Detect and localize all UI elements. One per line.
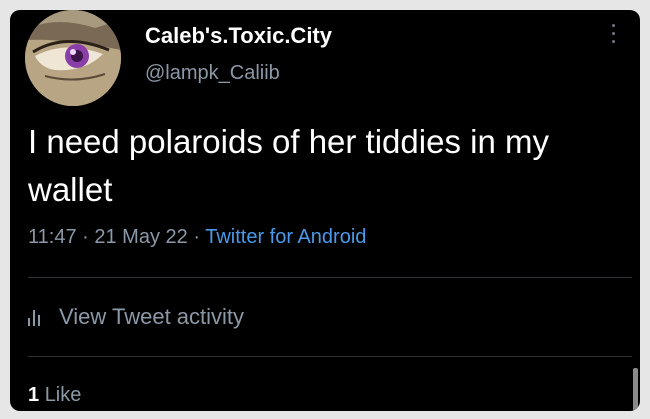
likes-count: 1 xyxy=(28,384,40,406)
tweet-date[interactable]: 21 May 22 xyxy=(94,226,187,248)
screenshot-frame: Caleb's.Toxic.City @lampk_Caliib I need … xyxy=(0,0,650,419)
meta-separator: · xyxy=(193,226,200,248)
view-tweet-activity-button[interactable]: View Tweet activity xyxy=(28,304,244,330)
tweet-text: I need polaroids of her tiddies in my wa… xyxy=(28,123,549,208)
more-vertical-icon[interactable] xyxy=(608,24,618,50)
divider xyxy=(28,277,632,278)
likes-count-link[interactable]: 1 Like xyxy=(28,384,81,407)
activity-label: View Tweet activity xyxy=(59,304,245,329)
avatar-image xyxy=(25,10,121,106)
author-display-name[interactable]: Caleb's.Toxic.City xyxy=(145,23,332,49)
avatar[interactable] xyxy=(25,10,121,106)
bar-chart-icon xyxy=(28,308,43,326)
likes-label: Like xyxy=(44,384,82,406)
divider xyxy=(28,356,632,357)
tweet-meta: 11:47 · 21 May 22 · Twitter for Android xyxy=(28,226,366,249)
meta-separator: · xyxy=(82,226,89,248)
tweet-card: Caleb's.Toxic.City @lampk_Caliib I need … xyxy=(10,10,640,411)
scrollbar[interactable] xyxy=(633,368,638,411)
author-handle[interactable]: @lampk_Caliib xyxy=(145,62,280,85)
tweet-source-link[interactable]: Twitter for Android xyxy=(205,226,366,248)
tweet-time[interactable]: 11:47 xyxy=(28,226,77,248)
